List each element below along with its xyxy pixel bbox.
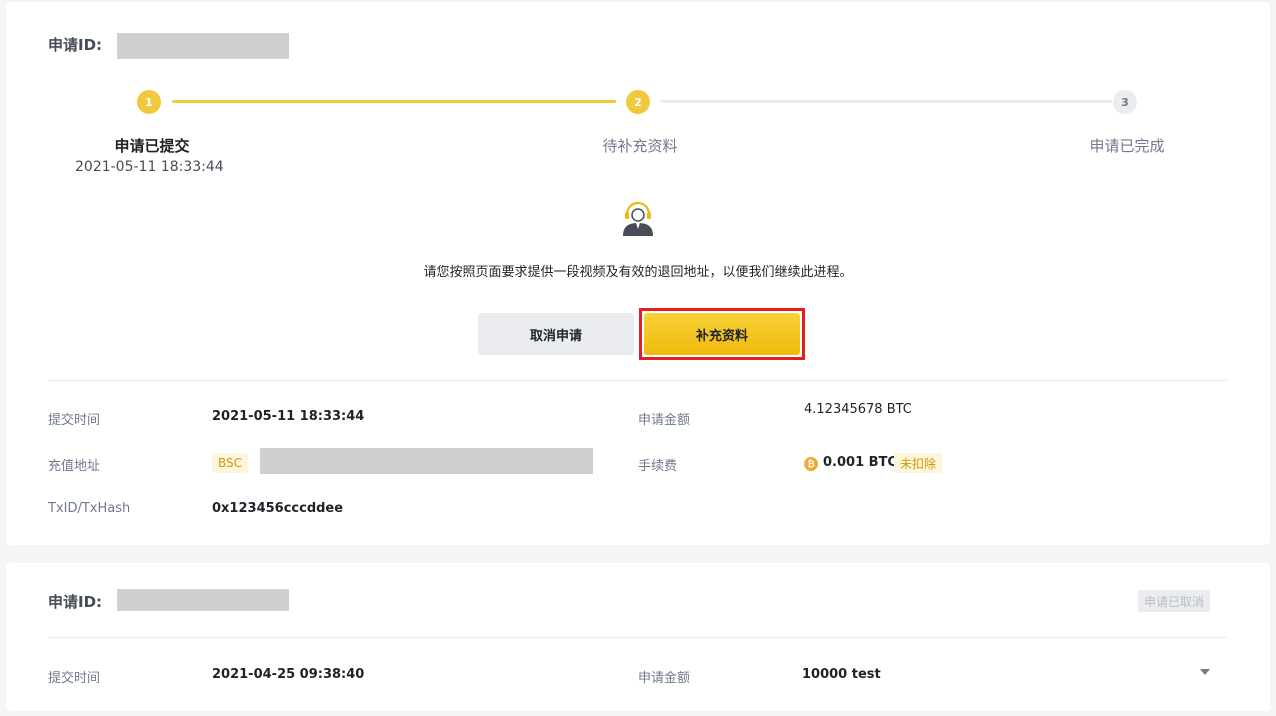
amount-value: 10000 test xyxy=(802,667,881,682)
fee-label: 手续费 xyxy=(638,459,678,474)
btc-coin-icon: ₿ xyxy=(804,457,818,471)
network-tag: BSC xyxy=(212,453,249,473)
amount-value: 4.12345678 BTC xyxy=(804,402,912,417)
application-id-label: 申请ID: xyxy=(48,593,103,611)
application-id-redacted xyxy=(117,589,289,611)
step-2-indicator: 2 xyxy=(626,90,650,114)
instruction-message: 请您按照页面要求提供一段视频及有效的退回地址，以便我们继续此进程。 xyxy=(423,265,853,280)
step-connector-1-2 xyxy=(172,100,616,103)
deposit-address-redacted xyxy=(260,448,593,474)
step-connector-2-3 xyxy=(660,100,1112,103)
status-badge: 申请已取消 xyxy=(1138,590,1211,612)
divider xyxy=(48,637,1228,638)
supplement-info-button[interactable]: 补充资料 xyxy=(644,313,800,355)
deposit-address-label: 充值地址 xyxy=(48,459,101,474)
amount-label: 申请金额 xyxy=(638,413,691,428)
submit-time-label: 提交时间 xyxy=(48,671,101,686)
step-1-time: 2021-05-11 18:33:44 xyxy=(75,159,224,175)
divider xyxy=(48,380,1228,381)
application-id-redacted xyxy=(117,33,289,59)
fee-status-tag: 未扣除 xyxy=(894,453,943,473)
step-2-title: 待补充资料 xyxy=(602,137,678,155)
application-card-cancelled[interactable]: 申请ID: 申请已取消 提交时间 2021-04-25 09:38:40 申请金… xyxy=(6,563,1270,711)
submit-time-value: 2021-04-25 09:38:40 xyxy=(212,667,365,682)
submit-time-value: 2021-05-11 18:33:44 xyxy=(212,409,365,424)
step-3-title: 申请已完成 xyxy=(1089,137,1165,155)
fee-value: 0.001 BTC xyxy=(823,455,897,470)
step-1-indicator: 1 xyxy=(137,90,161,114)
submit-time-label: 提交时间 xyxy=(48,413,101,428)
cancel-application-button[interactable]: 取消申请 xyxy=(478,313,634,355)
support-agent-icon xyxy=(623,201,653,236)
txid-value: 0x123456cccddee xyxy=(212,501,344,516)
application-card-active: 申请ID: 1 2 3 申请已提交 2021-05-11 18:33:44 待补… xyxy=(6,2,1270,545)
txid-label: TxID/TxHash xyxy=(48,501,131,516)
step-3-indicator: 3 xyxy=(1113,90,1137,114)
amount-label: 申请金额 xyxy=(638,671,691,686)
step-1-title: 申请已提交 xyxy=(114,137,190,155)
expand-chevron-down-icon[interactable] xyxy=(1200,669,1210,675)
application-id-label: 申请ID: xyxy=(48,36,103,54)
